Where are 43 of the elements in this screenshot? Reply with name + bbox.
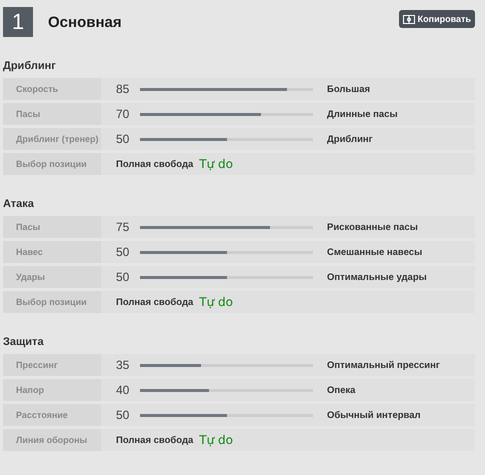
number-badge: 1: [3, 7, 33, 37]
setting-name: Длинные пасы: [327, 108, 398, 120]
field-icon: [402, 14, 415, 24]
setting-value: 50: [116, 270, 130, 284]
setting-name: Полная свобода: [116, 434, 194, 446]
copy-button[interactable]: Копировать: [398, 10, 475, 28]
setting-label: Навес: [3, 241, 101, 263]
setting-name: Полная свобода: [116, 296, 194, 308]
setting-name: Полная свобода: [116, 158, 194, 170]
setting-name: Дриблинг: [327, 134, 373, 144]
section-title: Дриблинг: [3, 60, 57, 72]
section-title: Атака: [3, 198, 35, 210]
section-title: Защита: [3, 336, 45, 348]
setting-label: Дриблинг (тренер): [3, 128, 101, 150]
setting-value: 50: [116, 408, 130, 422]
setting-label: Скорость: [3, 78, 101, 100]
setting-value: 75: [116, 220, 130, 234]
setting-name: Большая: [327, 84, 370, 94]
page-title: Основная: [48, 14, 123, 30]
annotation-text: Tự do: [199, 433, 234, 447]
setting-label: Выбор позиции: [3, 291, 101, 313]
setting-value: 50: [116, 245, 130, 259]
setting-label: Пасы: [3, 103, 101, 125]
setting-name: Обычный интервал: [327, 410, 421, 420]
setting-label: Напор: [3, 379, 101, 401]
setting-label: Прессинг: [3, 354, 101, 376]
setting-label: Расстояние: [3, 404, 101, 426]
setting-label: Выбор позиции: [3, 153, 101, 175]
setting-name: Опека: [327, 384, 356, 396]
setting-value: 85: [116, 82, 130, 96]
annotation-text: Tự do: [199, 157, 234, 171]
setting-name: Рискованные пасы: [327, 222, 418, 232]
setting-value: 70: [116, 107, 130, 121]
setting-name: Оптимальные удары: [327, 272, 427, 282]
setting-value: 35: [116, 358, 130, 372]
setting-label: Пасы: [3, 216, 101, 238]
annotation-text: Tự do: [199, 295, 234, 309]
setting-label: Удары: [3, 266, 101, 288]
setting-value: 50: [116, 132, 130, 146]
setting-name: Оптимальный прессинг: [327, 360, 440, 370]
setting-value: 40: [116, 383, 130, 397]
setting-name: Смешанные навесы: [327, 246, 422, 258]
setting-label: Линия обороны: [3, 429, 101, 451]
